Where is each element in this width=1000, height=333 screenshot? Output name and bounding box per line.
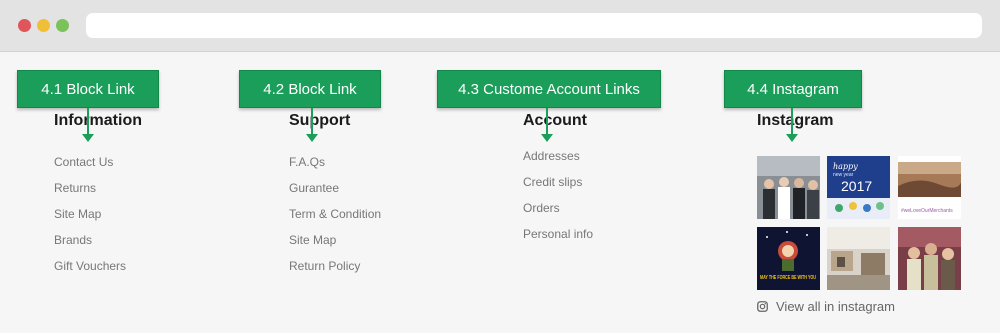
support-link-site-map[interactable]: Site Map bbox=[289, 233, 336, 247]
account-link-personal-info[interactable]: Personal info bbox=[523, 227, 593, 241]
account-link-credit-slips[interactable]: Credit slips bbox=[523, 175, 582, 189]
browser-window: Information Support Account Instagram Co… bbox=[0, 0, 1000, 333]
callout-4-2-arrow-icon bbox=[306, 108, 318, 143]
account-title: Account bbox=[523, 112, 587, 129]
instagram-icon bbox=[757, 301, 768, 312]
thumb-force-text: MAY THE FORCE BE WITH YOU bbox=[760, 275, 816, 281]
address-bar[interactable] bbox=[86, 13, 982, 38]
thumb-hashtag-text: #weLoveOurMerchants bbox=[901, 208, 953, 214]
information-link-brands[interactable]: Brands bbox=[54, 233, 92, 247]
support-link-gurantee[interactable]: Gurantee bbox=[289, 181, 339, 195]
close-window-button[interactable] bbox=[18, 19, 31, 32]
callout-4-1: 4.1 Block Link bbox=[17, 70, 159, 108]
instagram-thumb-4[interactable]: MAY THE FORCE BE WITH YOU bbox=[757, 227, 820, 290]
browser-toolbar bbox=[0, 0, 1000, 52]
account-link-addresses[interactable]: Addresses bbox=[523, 149, 580, 163]
star-wars-image: MAY THE FORCE BE WITH YOU bbox=[757, 227, 820, 290]
instagram-thumb-1[interactable] bbox=[757, 156, 820, 219]
account-link-orders[interactable]: Orders bbox=[523, 201, 560, 215]
information-link-contact-us[interactable]: Contact Us bbox=[54, 155, 113, 169]
minimize-window-button[interactable] bbox=[37, 19, 50, 32]
instagram-thumb-2[interactable]: happy new year 2017 bbox=[827, 156, 890, 219]
instagram-thumb-6[interactable] bbox=[898, 227, 961, 290]
information-link-gift-vouchers[interactable]: Gift Vouchers bbox=[54, 259, 126, 273]
support-link-term-condition[interactable]: Term & Condition bbox=[289, 207, 381, 221]
instagram-thumb-5[interactable] bbox=[827, 227, 890, 290]
information-link-returns[interactable]: Returns bbox=[54, 181, 96, 195]
callout-4-4-arrow-icon bbox=[786, 108, 798, 143]
maximize-window-button[interactable] bbox=[56, 19, 69, 32]
desert-landscape-image: #weLoveOurMerchants bbox=[898, 156, 961, 219]
new-year-card-image: happy new year 2017 bbox=[827, 156, 890, 219]
friends-photo-image bbox=[898, 227, 961, 290]
thumb-happy-text: happy bbox=[833, 162, 858, 171]
support-link-return-policy[interactable]: Return Policy bbox=[289, 259, 360, 273]
information-link-site-map[interactable]: Site Map bbox=[54, 207, 101, 221]
view-all-instagram-label: View all in instagram bbox=[776, 299, 895, 314]
instagram-thumb-3[interactable]: #weLoveOurMerchants bbox=[898, 156, 961, 219]
callout-4-3-arrow-icon bbox=[541, 108, 553, 143]
thumb-year-text: 2017 bbox=[841, 178, 872, 194]
support-title: Support bbox=[289, 112, 351, 129]
site-footer: Information Support Account Instagram Co… bbox=[0, 53, 1000, 333]
callout-4-3: 4.3 Custome Account Links bbox=[437, 70, 661, 108]
information-title: Information bbox=[54, 112, 142, 129]
callout-4-4: 4.4 Instagram bbox=[724, 70, 862, 108]
callout-4-2: 4.2 Block Link bbox=[239, 70, 381, 108]
group-photo-image bbox=[757, 156, 820, 219]
callout-4-1-arrow-icon bbox=[82, 108, 94, 143]
support-link-faqs[interactable]: F.A.Qs bbox=[289, 155, 325, 169]
office-interior-image bbox=[827, 227, 890, 290]
view-all-instagram-link[interactable]: View all in instagram bbox=[757, 299, 895, 314]
